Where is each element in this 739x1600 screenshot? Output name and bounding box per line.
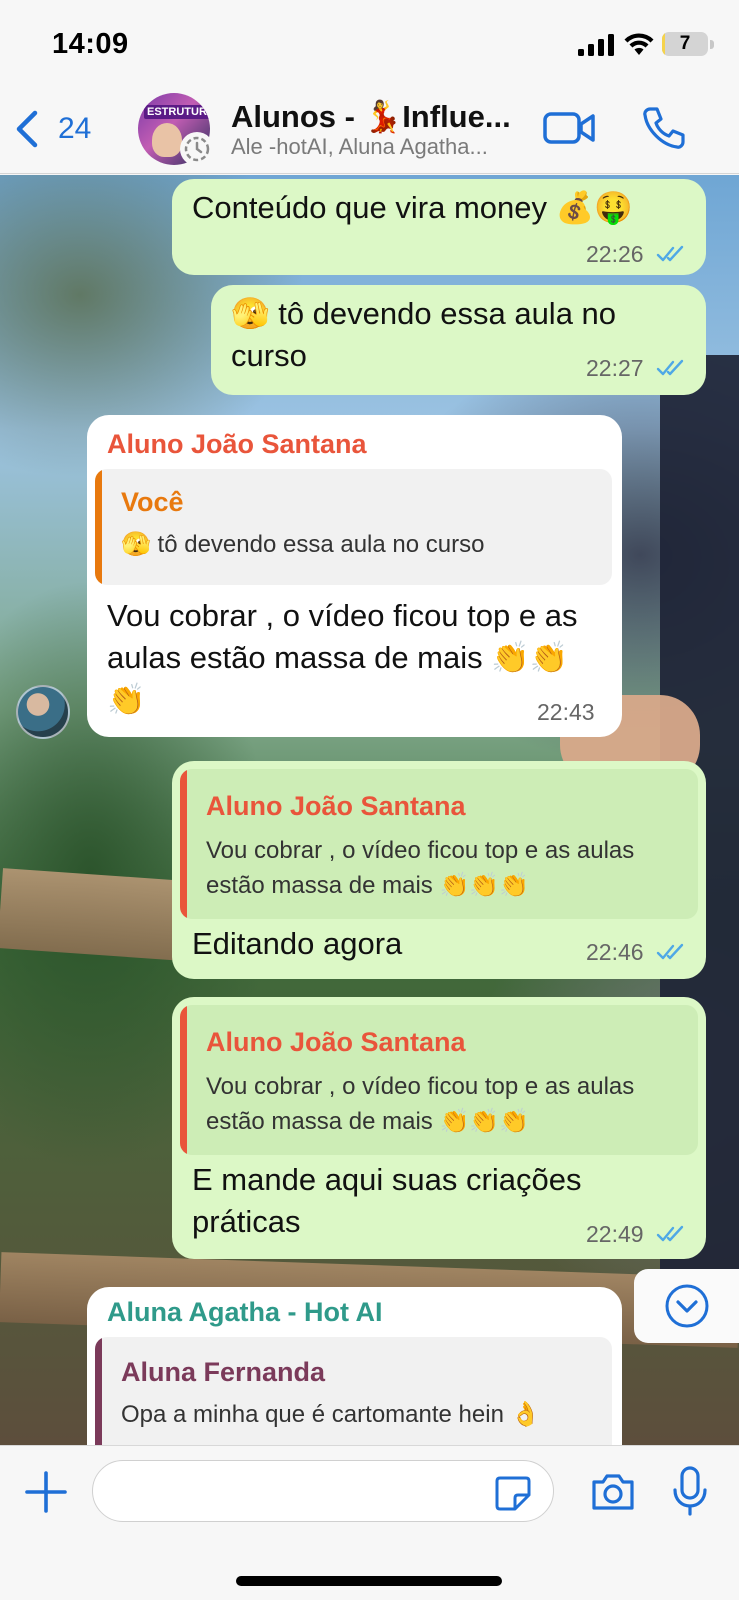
battery-tip — [710, 40, 714, 49]
message-text: Conteúdo que vira money 💰🤑 — [192, 190, 633, 225]
chat-background[interactable]: Conteúdo que vira money 💰🤑 22:26 🫣 tô de… — [0, 175, 739, 1445]
outgoing-message[interactable]: Conteúdo que vira money 💰🤑 22:26 — [172, 179, 706, 275]
quoted-sender: Aluno João Santana — [206, 791, 466, 821]
battery-percent: 7 — [679, 33, 691, 54]
quoted-sender: Você — [121, 487, 184, 517]
message-text: E mande aqui suas criações práticas — [192, 1162, 582, 1239]
message-input-bar — [0, 1445, 739, 1600]
message-time: 22:43 — [537, 699, 595, 725]
avatar-photo — [152, 123, 182, 157]
message-text: Editando agora — [192, 926, 403, 961]
sender-name[interactable]: Aluna Agatha - Hot AI — [107, 1297, 382, 1328]
chevron-left-icon — [16, 110, 38, 148]
sender-name[interactable]: Aluno João Santana — [107, 429, 367, 460]
outgoing-message[interactable]: Aluno João Santana Vou cobrar , o vídeo … — [172, 997, 706, 1259]
quote-accent-bar — [95, 469, 102, 585]
home-indicator — [236, 1576, 502, 1586]
read-receipt-icon — [656, 359, 684, 376]
camera-icon[interactable] — [590, 1472, 636, 1512]
battery-icon: 7 — [662, 32, 708, 56]
quote-accent-bar — [180, 769, 187, 919]
chat-title[interactable]: Alunos - 💃Influe... — [231, 98, 511, 135]
quoted-text: Vou cobrar , o vídeo ficou top e as aula… — [206, 837, 635, 899]
outgoing-message[interactable]: Aluno João Santana Vou cobrar , o vídeo … — [172, 761, 706, 979]
sender-avatar[interactable] — [16, 685, 70, 739]
quote-accent-bar — [95, 1337, 102, 1445]
quoted-sender: Aluno João Santana — [206, 1027, 466, 1057]
message-time: 22:46 — [586, 939, 644, 965]
read-receipt-icon — [656, 1225, 684, 1242]
back-button[interactable]: 24 — [14, 106, 91, 152]
incoming-message[interactable]: Aluna Agatha - Hot AI Aluna Fernanda Opa… — [87, 1287, 622, 1445]
message-text: Vou cobrar , o vídeo ficou top e as aula… — [107, 598, 578, 717]
quoted-text: Opa a minha que é cartomante hein 👌 — [121, 1401, 541, 1428]
quoted-sender: Aluna Fernanda — [121, 1357, 326, 1387]
quoted-text: Vou cobrar , o vídeo ficou top e as aula… — [206, 1073, 635, 1135]
chevron-down-circle-icon — [665, 1284, 708, 1328]
unread-count: 24 — [58, 112, 92, 145]
avatar-logo-text: ESTRUTURA — [144, 105, 210, 119]
video-call-button[interactable] — [542, 106, 596, 150]
plus-icon[interactable] — [24, 1470, 68, 1514]
quoted-message[interactable]: Aluna Fernanda Opa a minha que é cartoma… — [95, 1337, 612, 1445]
chat-header: 24 ESTRUTURA Alunos - 💃Influe... Ale -ho… — [0, 88, 739, 174]
incoming-message[interactable]: Aluno João Santana Você 🫣 tô devendo ess… — [87, 415, 622, 737]
read-receipt-icon — [656, 245, 684, 262]
message-time: 22:27 — [586, 355, 644, 381]
cellular-signal-icon — [578, 34, 614, 56]
message-time: 22:49 — [586, 1221, 644, 1247]
sticker-icon[interactable] — [494, 1475, 532, 1511]
status-bar: 14:09 7 — [0, 0, 739, 88]
quoted-message[interactable]: Você 🫣 tô devendo essa aula no curso — [95, 469, 612, 585]
read-receipt-icon — [656, 943, 684, 960]
quoted-message[interactable]: Aluno João Santana Vou cobrar , o vídeo … — [180, 1005, 698, 1155]
message-input[interactable] — [92, 1460, 554, 1522]
quote-accent-bar — [180, 1005, 187, 1155]
status-ring-icon — [180, 132, 214, 166]
scroll-to-bottom-button[interactable] — [634, 1269, 739, 1343]
quoted-text: 🫣 tô devendo essa aula no curso — [121, 531, 485, 558]
message-time: 22:26 — [586, 241, 644, 267]
outgoing-message[interactable]: 🫣 tô devendo essa aula no curso 22:27 — [211, 285, 706, 395]
microphone-icon[interactable] — [672, 1466, 708, 1516]
chat-participants[interactable]: Ale -hotAI, Aluna Agatha... — [231, 134, 488, 160]
clock: 14:09 — [52, 28, 129, 60]
wifi-icon — [624, 33, 654, 55]
voice-call-button[interactable] — [640, 104, 688, 152]
quoted-message[interactable]: Aluno João Santana Vou cobrar , o vídeo … — [180, 769, 698, 919]
